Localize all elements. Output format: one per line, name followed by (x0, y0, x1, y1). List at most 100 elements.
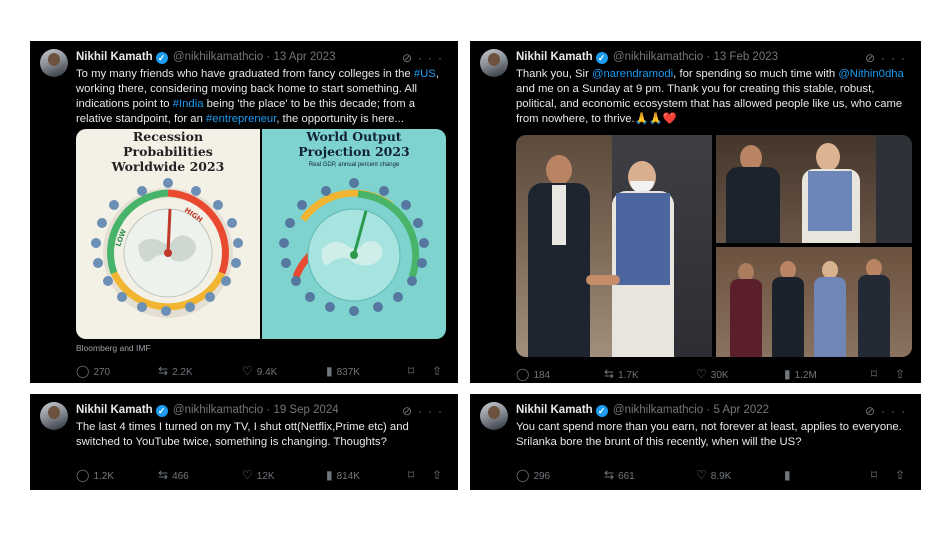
bookmark-icon[interactable]: ⌑ (871, 367, 877, 381)
retweet-button[interactable]: ⇆ 1.7K (604, 367, 639, 381)
tweet-header: Nikhil Kamath ✓ @nikhilkamathcio · 19 Sep… (76, 404, 448, 420)
share-icon[interactable]: ⇧ (895, 468, 905, 482)
reply-icon: ◯ (516, 367, 530, 381)
author-name[interactable]: Nikhil Kamath (516, 404, 593, 416)
reply-button[interactable]: ◯ 296 (516, 468, 550, 482)
reply-button[interactable]: ◯ 184 (516, 367, 550, 381)
author-name[interactable]: Nikhil Kamath (76, 404, 153, 416)
retweet-count: 2.2K (172, 367, 193, 378)
retweet-count: 466 (172, 471, 189, 482)
share-icon[interactable]: ⇧ (432, 364, 442, 378)
reply-count: 1.2K (93, 471, 115, 482)
grok-icon[interactable]: ⊘ (865, 404, 881, 418)
avatar[interactable] (40, 49, 68, 77)
tweet-actions: ◯ 1.2K ⇆ 466 ♡ 12K ▮ 814K ⌑ ⇧ (76, 468, 444, 482)
like-button[interactable]: ♡ 9.4K (242, 364, 277, 378)
like-icon: ♡ (696, 468, 707, 482)
retweet-count: 661 (618, 471, 635, 482)
tweet-card-3[interactable]: Nikhil Kamath ✓ @nikhilkamathcio · 19 Sep… (30, 394, 458, 490)
retweet-icon: ⇆ (158, 364, 169, 378)
tweet-card-1[interactable]: Nikhil Kamath ✓ @nikhilkamathcio · 13 Apr… (30, 41, 458, 383)
world-output-panel: World Output Projection 2023 Real GDP, a… (262, 129, 446, 339)
grok-icon[interactable]: ⊘ (865, 51, 881, 65)
tweet-header: Nikhil Kamath ✓ @nikhilkamathcio · 13 Feb… (516, 51, 911, 67)
photo-group[interactable] (716, 247, 912, 357)
like-button[interactable]: ♡ 30K (696, 367, 729, 381)
views-button[interactable]: ▮ 1.2M (784, 367, 817, 381)
verified-badge-icon: ✓ (595, 52, 608, 64)
tweet-header: Nikhil Kamath ✓ @nikhilkamathcio · 5 Apr … (516, 404, 911, 420)
tweet-card-4[interactable]: Nikhil Kamath ✓ @nikhilkamathcio · 5 Apr … (470, 394, 921, 490)
reply-icon: ◯ (76, 364, 90, 378)
tweet-date[interactable]: 13 Apr 2023 (273, 51, 335, 63)
tweet-date[interactable]: 5 Apr 2022 (713, 404, 769, 416)
photo-greeting[interactable] (716, 135, 912, 243)
verified-badge-icon: ✓ (595, 405, 608, 417)
views-icon: ▮ (784, 468, 791, 482)
retweet-icon: ⇆ (604, 367, 615, 381)
like-icon: ♡ (242, 468, 253, 482)
retweet-icon: ⇆ (158, 468, 169, 482)
world-output-gauge (279, 178, 429, 316)
retweet-icon: ⇆ (604, 468, 615, 482)
more-icon[interactable]: ··· (881, 51, 911, 65)
tweet-menu: ⊘··· (865, 51, 911, 65)
author-handle[interactable]: @nikhilkamathcio (613, 404, 703, 416)
bookmark-icon[interactable]: ⌑ (871, 468, 877, 482)
photo-handshake[interactable] (516, 135, 712, 357)
views-count: 837K (336, 367, 360, 378)
views-count: 814K (336, 471, 360, 482)
tweet-menu: ⊘··· (865, 404, 911, 418)
author-handle[interactable]: @nikhilkamathcio (613, 51, 703, 63)
views-button[interactable]: ▮ (784, 468, 795, 482)
retweet-button[interactable]: ⇆ 661 (604, 468, 635, 482)
retweet-button[interactable]: ⇆ 466 (158, 468, 189, 482)
tweet-text: To my many friends who have graduated fr… (76, 67, 446, 127)
retweet-button[interactable]: ⇆ 2.2K (158, 364, 193, 378)
hashtag-entrepreneur[interactable]: #entrepreneur (206, 113, 276, 125)
bookmark-icon[interactable]: ⌑ (408, 364, 414, 378)
tweet-date[interactable]: 13 Feb 2023 (713, 51, 778, 63)
grok-icon[interactable]: ⊘ (402, 51, 418, 65)
tweet-text: Thank you, Sir @narendramodi, for spendi… (516, 67, 909, 127)
like-button[interactable]: ♡ 12K (242, 468, 275, 482)
tweet-menu: ⊘··· (402, 404, 448, 418)
views-button[interactable]: ▮ 814K (326, 468, 360, 482)
hashtag-us[interactable]: #US (414, 68, 436, 80)
share-icon[interactable]: ⇧ (895, 367, 905, 381)
author-handle[interactable]: @nikhilkamathcio (173, 51, 263, 63)
tweet-image[interactable]: Recession Probabilities Worldwide 2023 H… (76, 129, 446, 339)
tweet-menu: ⊘··· (402, 51, 448, 65)
author-name[interactable]: Nikhil Kamath (516, 51, 593, 63)
author-handle[interactable]: @nikhilkamathcio (173, 404, 263, 416)
mention-nithin0dha[interactable]: @Nithin0dha (838, 68, 903, 80)
more-icon[interactable]: ··· (418, 404, 448, 418)
tweet-text: You cant spend more than you earn, not f… (516, 421, 902, 448)
bookmark-icon[interactable]: ⌑ (408, 468, 414, 482)
retweet-count: 1.7K (618, 370, 639, 381)
tweet-date[interactable]: 19 Sep 2024 (273, 404, 338, 416)
reply-button[interactable]: ◯ 1.2K (76, 468, 114, 482)
tweet-card-2[interactable]: Nikhil Kamath ✓ @nikhilkamathcio · 13 Feb… (470, 41, 921, 383)
tweet-photo-collage (516, 135, 912, 357)
avatar[interactable] (40, 402, 68, 430)
avatar[interactable] (480, 49, 508, 77)
like-button[interactable]: ♡ 8.9K (696, 468, 731, 482)
like-count: 9.4K (256, 367, 278, 378)
avatar[interactable] (480, 402, 508, 430)
reply-icon: ◯ (76, 468, 90, 482)
reply-count: 184 (533, 370, 551, 381)
more-icon[interactable]: ··· (418, 51, 448, 65)
grok-icon[interactable]: ⊘ (402, 404, 418, 418)
reply-count: 296 (533, 471, 551, 482)
share-icon[interactable]: ⇧ (432, 468, 442, 482)
views-button[interactable]: ▮ 837K (326, 364, 360, 378)
author-name[interactable]: Nikhil Kamath (76, 51, 153, 63)
separator: · (706, 51, 711, 63)
like-count: 30K (710, 370, 729, 381)
more-icon[interactable]: ··· (881, 404, 911, 418)
hashtag-india[interactable]: #India (173, 98, 204, 110)
reply-count: 270 (93, 367, 111, 378)
reply-button[interactable]: ◯ 270 (76, 364, 110, 378)
mention-narendramodi[interactable]: @narendramodi (592, 68, 673, 80)
